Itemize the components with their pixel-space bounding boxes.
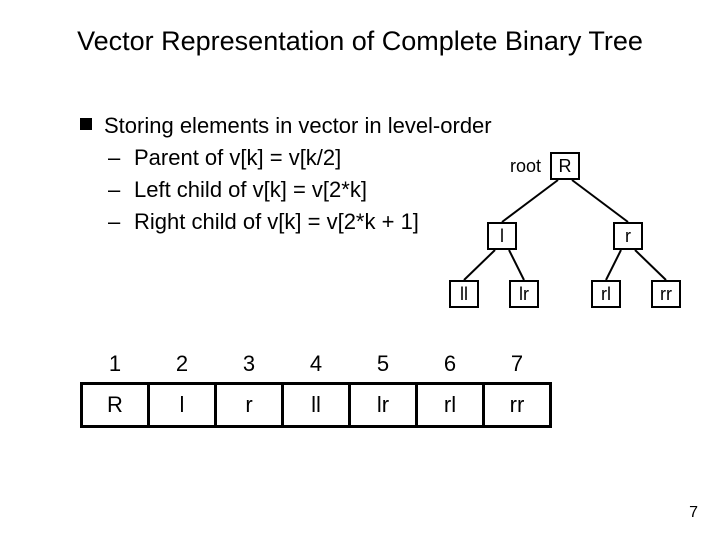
slide-title: Vector Representation of Complete Binary… xyxy=(0,26,720,57)
array-index: 5 xyxy=(350,346,417,384)
array-cell: R xyxy=(82,384,149,427)
tree-node-ll: ll xyxy=(449,280,479,308)
array-cell: l xyxy=(149,384,216,427)
bullet-sub-3: Right child of v[k] = v[2*k + 1] xyxy=(80,206,492,238)
array-cell: r xyxy=(216,384,283,427)
tree-node-rl: rl xyxy=(591,280,621,308)
bullet-sub-1: Parent of v[k] = v[k/2] xyxy=(80,142,492,174)
tree-node-rr: rr xyxy=(651,280,681,308)
bullet-list: Storing elements in vector in level-orde… xyxy=(80,110,492,238)
tree-node-R: R xyxy=(550,152,580,180)
array-table: 1 2 3 4 5 6 7 R l r ll lr rl rr xyxy=(80,346,552,428)
bullet-sub-2: Left child of v[k] = v[2*k] xyxy=(80,174,492,206)
tree-edges xyxy=(0,0,720,540)
array-index: 6 xyxy=(417,346,484,384)
tree-node-r: r xyxy=(613,222,643,250)
array-index: 3 xyxy=(216,346,283,384)
array-index: 1 xyxy=(82,346,149,384)
root-label: root xyxy=(510,156,541,177)
array-cell: rl xyxy=(417,384,484,427)
array-index: 4 xyxy=(283,346,350,384)
tree-node-l: l xyxy=(487,222,517,250)
array-value-row: R l r ll lr rl rr xyxy=(82,384,551,427)
array-cell: lr xyxy=(350,384,417,427)
array-index: 2 xyxy=(149,346,216,384)
array-index-row: 1 2 3 4 5 6 7 xyxy=(82,346,551,384)
array-cell: rr xyxy=(484,384,551,427)
array-cell: ll xyxy=(283,384,350,427)
page-number: 7 xyxy=(689,504,698,522)
array-index: 7 xyxy=(484,346,551,384)
tree-node-lr: lr xyxy=(509,280,539,308)
bullet-main: Storing elements in vector in level-orde… xyxy=(80,110,492,142)
array-table-wrap: 1 2 3 4 5 6 7 R l r ll lr rl rr xyxy=(80,346,552,428)
